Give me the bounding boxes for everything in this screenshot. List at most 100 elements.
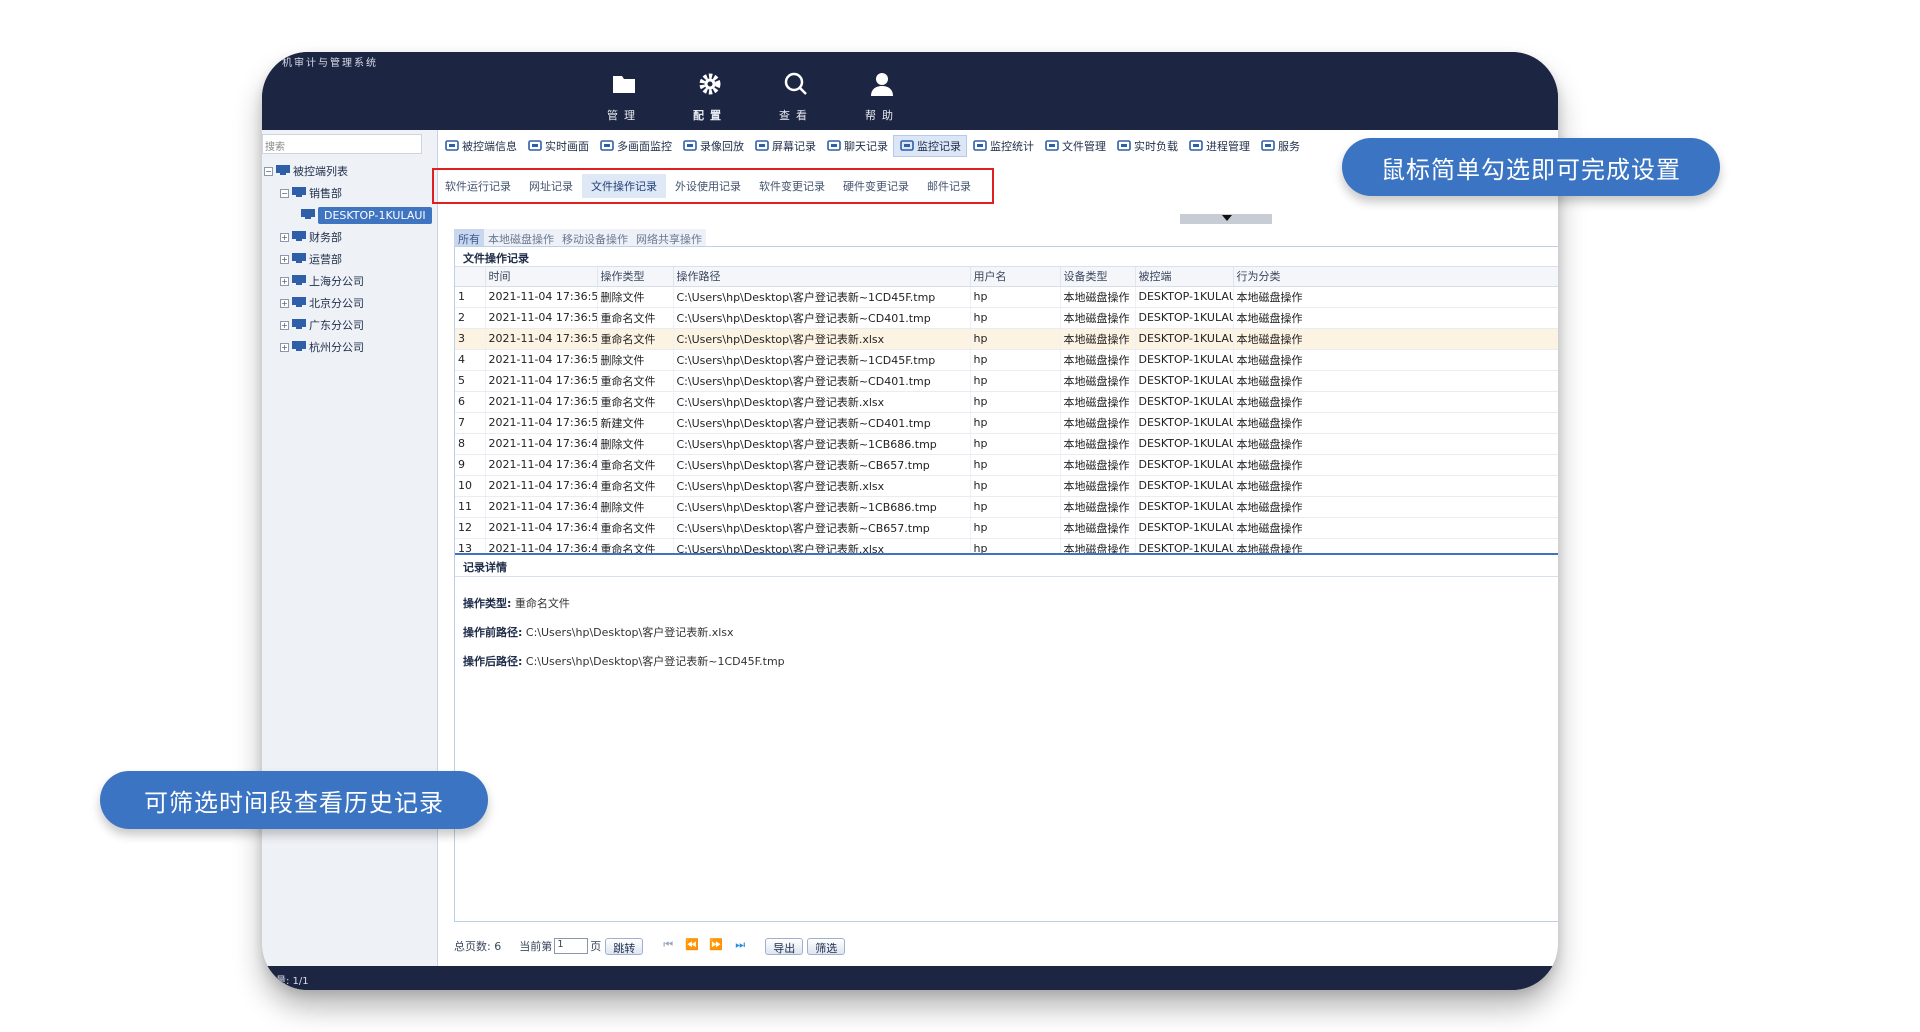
table-cell: hp <box>970 475 1061 497</box>
table-cell: 重命名文件 <box>597 454 674 476</box>
tree-node[interactable]: + 杭州分公司 <box>262 336 438 358</box>
table-cell: hp <box>970 517 1061 539</box>
page-number-input[interactable]: 1 <box>554 938 589 954</box>
next-page-icon[interactable]: ⏩ <box>707 938 725 954</box>
toolbar-item[interactable]: 被控端信息 <box>439 135 522 157</box>
subtab[interactable]: 网址记录 <box>520 174 582 198</box>
table-row[interactable]: 8 2021-11-04 17:36:48 删除文件 C:\Users\hp\Desk… <box>455 433 1558 455</box>
detail-op-type: 操作类型: 重命名文件 <box>463 595 1550 611</box>
topnav-user[interactable]: 帮助 <box>850 64 914 122</box>
first-page-icon[interactable]: ⏮ <box>659 938 677 954</box>
toolbar-item[interactable]: 文件管理 <box>1039 135 1111 157</box>
column-header[interactable]: 操作路径 <box>673 267 971 287</box>
column-header[interactable]: 被控端 <box>1135 267 1234 287</box>
table-row[interactable]: 7 2021-11-04 17:36:55 新建文件 C:\Users\hp\Desk… <box>455 412 1558 434</box>
subtab[interactable]: 软件运行记录 <box>436 174 520 198</box>
table-cell: 重命名文件 <box>597 517 674 539</box>
tree-node-label: 财务部 <box>309 231 342 244</box>
toolbar-item[interactable]: 聊天记录 <box>821 135 893 157</box>
tree-toggle-icon[interactable]: + <box>280 320 289 330</box>
tree-node[interactable]: + 北京分公司 <box>262 292 438 314</box>
tree-node[interactable]: + 运营部 <box>262 248 438 270</box>
tree-node[interactable]: + 上海分公司 <box>262 270 438 292</box>
toolbar-item[interactable]: 屏幕记录 <box>749 135 821 157</box>
toolbar-item[interactable]: 实时画面 <box>522 135 594 157</box>
export-button[interactable]: 导出 <box>765 937 804 955</box>
subtab[interactable]: 外设使用记录 <box>666 174 750 198</box>
table-row[interactable]: 6 2021-11-04 17:36:55 重命名文件 C:\Users\hp\Des… <box>455 391 1558 413</box>
toolbar-item[interactable]: 监控记录 <box>893 135 967 157</box>
toolbar-item-label: 实时负载 <box>1134 140 1178 153</box>
table-row[interactable]: 13 2021-11-04 17:36:47 重命名文件 C:\Users\hp\De… <box>455 538 1558 553</box>
top-header: 机审计与管理系统 管理 配置 查看 帮助 <box>262 52 1558 130</box>
table-cell: 9 <box>455 454 486 476</box>
jump-button[interactable]: 跳转 <box>605 937 644 955</box>
detail-title: 记录详情 <box>455 555 1558 577</box>
table-row[interactable]: 1 2021-11-04 17:36:56 删除文件 C:\Users\hp\Desk… <box>455 286 1558 308</box>
table-row[interactable]: 2 2021-11-04 17:36:56 重命名文件 C:\Users\hp\Des… <box>455 307 1558 329</box>
table-cell: 12 <box>455 517 486 539</box>
tree-toggle-icon[interactable]: + <box>280 254 289 264</box>
toolbar-item[interactable]: 多画面监控 <box>594 135 677 157</box>
prev-page-icon[interactable]: ⏪ <box>683 938 701 954</box>
table-cell: 本地磁盘操作 <box>1060 433 1136 455</box>
filter-button[interactable]: 筛选 <box>807 937 846 955</box>
table-cell: 本地磁盘操作 <box>1060 370 1136 392</box>
topnav-search[interactable]: 查看 <box>764 64 828 122</box>
sidebar-search-input[interactable]: 搜索 <box>262 134 422 154</box>
column-header[interactable] <box>455 267 486 287</box>
subtab[interactable]: 硬件变更记录 <box>834 174 918 198</box>
tree-node[interactable]: − 被控端列表 <box>262 160 438 182</box>
table-row[interactable]: 11 2021-11-04 17:36:47 删除文件 C:\Users\hp\Des… <box>455 496 1558 518</box>
column-header[interactable]: 时间 <box>485 267 598 287</box>
table-cell: 本地磁盘操作 <box>1233 391 1558 413</box>
table-cell: 本地磁盘操作 <box>1233 328 1558 350</box>
tree-toggle-icon[interactable]: + <box>280 232 289 242</box>
topnav-folder[interactable]: 管理 <box>592 64 656 122</box>
toolbar-item[interactable]: 监控统计 <box>967 135 1039 157</box>
tree-node-label: 运营部 <box>309 253 342 266</box>
toolbar-item[interactable]: 服务 <box>1255 135 1305 157</box>
subtab[interactable]: 软件变更记录 <box>750 174 834 198</box>
tools-icon <box>1044 138 1062 154</box>
table-row[interactable]: 4 2021-11-04 17:36:55 删除文件 C:\Users\hp\Desk… <box>455 349 1558 371</box>
column-header[interactable]: 操作类型 <box>597 267 674 287</box>
tree-node[interactable]: − 销售部 <box>262 182 438 204</box>
tree-toggle-icon[interactable]: − <box>264 166 273 176</box>
topnav-gear[interactable]: 配置 <box>678 64 742 122</box>
tree-node[interactable]: + 财务部 <box>262 226 438 248</box>
column-header[interactable]: 行为分类 <box>1233 267 1558 287</box>
table-row[interactable]: 12 2021-11-04 17:36:47 重命名文件 C:\Users\hp\De… <box>455 517 1558 539</box>
current-page-label: 当前第 <box>519 940 553 953</box>
subtab[interactable]: 邮件记录 <box>918 174 980 198</box>
table-cell: 重命名文件 <box>597 307 674 329</box>
table-cell: C:\Users\hp\Desktop\客户登记表新~CD401.tmp <box>673 412 971 434</box>
table-cell: 本地磁盘操作 <box>1233 349 1558 371</box>
screen-record-icon <box>754 138 772 154</box>
table-cell: 8 <box>455 433 486 455</box>
table-row[interactable]: 3 2021-11-04 17:36:56 重命名文件 C:\Users\hp\Des… <box>455 328 1558 350</box>
last-page-icon[interactable]: ⏭ <box>731 938 749 954</box>
column-header[interactable]: 用户名 <box>970 267 1061 287</box>
tree-toggle-icon[interactable]: − <box>280 188 289 198</box>
collapse-arrow-button[interactable] <box>1180 214 1272 224</box>
toolbar-item[interactable]: 实时负载 <box>1111 135 1183 157</box>
tree-toggle-icon[interactable]: + <box>280 276 289 286</box>
tree-toggle-icon[interactable]: + <box>280 342 289 352</box>
table-cell: 6 <box>455 391 486 413</box>
tree-node[interactable]: DESKTOP-1KULAUI <box>262 204 438 226</box>
tree-node[interactable]: + 广东分公司 <box>262 314 438 336</box>
table-row[interactable]: 5 2021-11-04 17:36:55 重命名文件 C:\Users\hp\Des… <box>455 370 1558 392</box>
table-row[interactable]: 10 2021-11-04 17:36:48 重命名文件 C:\Users\hp\De… <box>455 475 1558 497</box>
monitor-record-icon <box>899 138 917 154</box>
users-icon <box>444 138 462 154</box>
column-header[interactable]: 设备类型 <box>1060 267 1136 287</box>
table-row[interactable]: 9 2021-11-04 17:36:48 重命名文件 C:\Users\hp\Des… <box>455 454 1558 476</box>
tree-toggle-icon[interactable]: + <box>280 298 289 308</box>
subtab[interactable]: 文件操作记录 <box>582 174 666 198</box>
toolbar-item[interactable]: 进程管理 <box>1183 135 1255 157</box>
table-cell: C:\Users\hp\Desktop\客户登记表新.xlsx <box>673 475 971 497</box>
records-table: 时间 操作类型 操作路径 用户名 设备类型 被控端 行为分类 1 2021-11-04 17:… <box>455 267 1558 553</box>
toolbar-item[interactable]: 录像回放 <box>677 135 749 157</box>
table-cell: 本地磁盘操作 <box>1060 349 1136 371</box>
